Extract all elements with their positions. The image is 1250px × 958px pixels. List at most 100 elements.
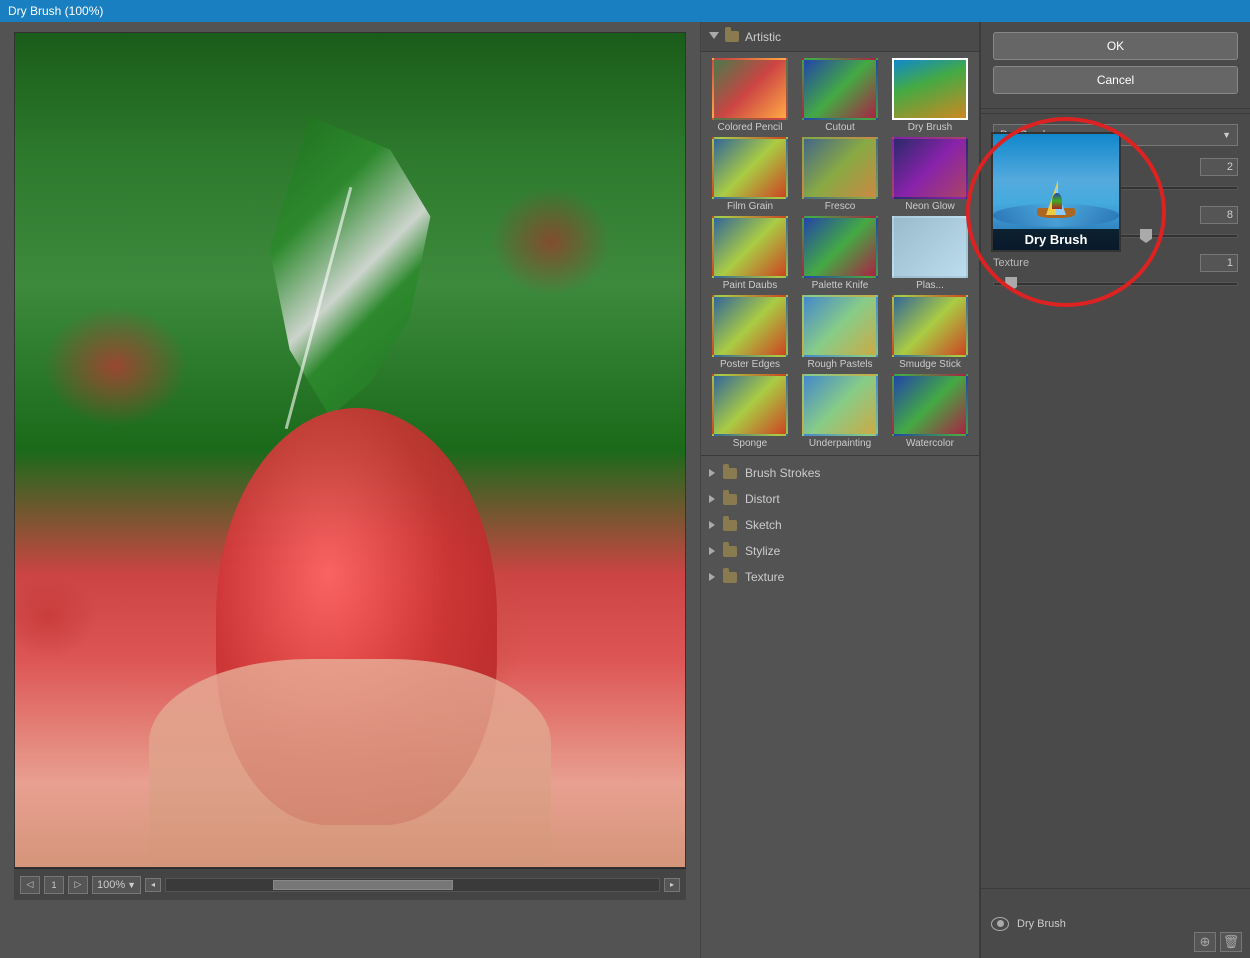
filter-thumb-underpainting[interactable]: Underpainting [797, 374, 883, 449]
artistic-category-header[interactable]: Artistic [701, 22, 979, 52]
thumb-label-colored-pencil: Colored Pencil [717, 122, 782, 133]
thumb-label-paint-daubs: Paint Daubs [723, 280, 777, 291]
thumb-label-rough-pastels: Rough Pastels [807, 359, 872, 370]
cat-arrow-sketch [709, 521, 715, 529]
filter-thumb-paint-daubs[interactable]: Paint Daubs [707, 216, 793, 291]
filter-thumb-watercolor[interactable]: Watercolor [887, 374, 973, 449]
filter-panel: Artistic Colored Pencil Cutout [700, 22, 980, 958]
cat-arrow-stylize [709, 547, 715, 555]
filter-thumb-poster-edges[interactable]: Poster Edges [707, 295, 793, 370]
filter-preview-popup: Dry Brush [991, 132, 1121, 252]
dropdown-arrow-icon: ▼ [1222, 130, 1231, 140]
cat-arrow-brush-strokes [709, 469, 715, 477]
effects-panel: Dry Brush ⊕ 🗑 [981, 888, 1250, 958]
filter-thumb-plastic-wrap[interactable]: Plas... [887, 216, 973, 291]
preview-figure [1052, 193, 1062, 209]
canvas-hand [149, 659, 551, 868]
cancel-button[interactable]: Cancel [993, 66, 1238, 94]
horizontal-scrollbar[interactable] [165, 878, 660, 892]
controls-panel: OK Cancel Dry Brush ▼ Brush Size 2 [980, 22, 1250, 958]
thumb-img-film-grain [712, 137, 788, 199]
thumb-img-watercolor [892, 374, 968, 436]
nav-page-button[interactable]: 1 [44, 876, 64, 894]
thumb-img-dry-brush [892, 58, 968, 120]
filter-thumb-smudge-stick[interactable]: Smudge Stick [887, 295, 973, 370]
ok-button[interactable]: OK [993, 32, 1238, 60]
scroll-left-arrow[interactable]: ◂ [145, 878, 161, 892]
side-panels: Artistic Colored Pencil Cutout [700, 22, 1250, 958]
thumb-img-underpainting [802, 374, 878, 436]
thumb-img-fresco [802, 137, 878, 199]
zoom-dropdown-arrow[interactable]: ▼ [127, 880, 136, 890]
effects-options-button[interactable]: ⊕ [1194, 932, 1216, 952]
thumb-img-cutout [802, 58, 878, 120]
preview-label: Dry Brush [993, 229, 1119, 250]
thumb-img-palette-knife [802, 216, 878, 278]
filter-thumb-fresco[interactable]: Fresco [797, 137, 883, 212]
cat-folder-distort [723, 494, 737, 505]
texture-row: Texture 1 [993, 254, 1238, 272]
cat-arrow-distort [709, 495, 715, 503]
scroll-right-arrow[interactable]: ▸ [664, 878, 680, 892]
thumb-img-paint-daubs [712, 216, 788, 278]
thumb-img-plastic-wrap [892, 216, 968, 278]
thumb-label-dry-brush: Dry Brush [908, 122, 952, 133]
zoom-display: 100% ▼ [92, 876, 141, 894]
filter-thumb-rough-pastels[interactable]: Rough Pastels [797, 295, 883, 370]
thumb-img-sponge [712, 374, 788, 436]
layer-visibility-toggle[interactable] [991, 917, 1009, 931]
artistic-folder-icon [725, 31, 739, 42]
cat-label-brush-strokes: Brush Strokes [745, 466, 820, 480]
cat-label-sketch: Sketch [745, 518, 782, 532]
texture-label: Texture [993, 257, 1029, 269]
thumb-label-underpainting: Underpainting [809, 438, 871, 449]
thumb-img-smudge-stick [892, 295, 968, 357]
thumb-img-rough-pastels [802, 295, 878, 357]
category-brush-strokes[interactable]: Brush Strokes [701, 460, 979, 486]
canvas-image [14, 32, 686, 868]
filter-thumb-palette-knife[interactable]: Palette Knife [797, 216, 883, 291]
thumb-img-poster-edges [712, 295, 788, 357]
cat-arrow-texture [709, 573, 715, 581]
thumb-label-fresco: Fresco [825, 201, 856, 212]
brush-detail-value[interactable]: 8 [1200, 206, 1238, 224]
cat-label-stylize: Stylize [745, 544, 780, 558]
thumb-label-neon-glow: Neon Glow [905, 201, 954, 212]
settings-divider [981, 108, 1250, 109]
category-stylize[interactable]: Stylize [701, 538, 979, 564]
cat-folder-texture [723, 572, 737, 583]
thumb-label-palette-knife: Palette Knife [812, 280, 869, 291]
brush-size-value[interactable]: 2 [1200, 158, 1238, 176]
texture-value[interactable]: 1 [1200, 254, 1238, 272]
cat-folder-sketch [723, 520, 737, 531]
effects-delete-button[interactable]: 🗑 [1220, 932, 1242, 952]
category-texture[interactable]: Texture [701, 564, 979, 590]
cat-label-distort: Distort [745, 492, 780, 506]
filter-thumb-colored-pencil[interactable]: Colored Pencil [707, 58, 793, 133]
cat-folder-brush-strokes [723, 468, 737, 479]
nav-right-button[interactable]: ▷ [68, 876, 88, 894]
cat-label-texture: Texture [745, 570, 784, 584]
filter-thumb-cutout[interactable]: Cutout [797, 58, 883, 133]
thumb-img-neon-glow [892, 137, 968, 199]
texture-slider[interactable] [993, 276, 1238, 292]
category-sketch[interactable]: Sketch [701, 512, 979, 538]
title-text: Dry Brush (100%) [8, 4, 103, 18]
artistic-label: Artistic [745, 30, 781, 44]
thumb-label-cutout: Cutout [825, 122, 854, 133]
scroll-thumb[interactable] [273, 880, 453, 890]
thumb-label-sponge: Sponge [733, 438, 767, 449]
nav-left-button[interactable]: ◁ [20, 876, 40, 894]
filter-thumb-sponge[interactable]: Sponge [707, 374, 793, 449]
category-distort[interactable]: Distort [701, 486, 979, 512]
filter-thumb-dry-brush[interactable]: Dry Brush [887, 58, 973, 133]
title-bar: Dry Brush (100%) [0, 0, 1250, 22]
thumb-label-poster-edges: Poster Edges [720, 359, 780, 370]
thumbnails-grid: Colored Pencil Cutout Dry Brush [701, 52, 979, 455]
filter-thumb-film-grain[interactable]: Film Grain [707, 137, 793, 212]
thumb-label-film-grain: Film Grain [727, 201, 773, 212]
thumb-label-plastic-wrap: Plas... [916, 280, 944, 291]
canvas-bottom-toolbar: ◁ 1 ▷ 100% ▼ ◂ ▸ [14, 868, 686, 900]
filter-thumb-neon-glow[interactable]: Neon Glow [887, 137, 973, 212]
thumb-label-watercolor: Watercolor [906, 438, 954, 449]
